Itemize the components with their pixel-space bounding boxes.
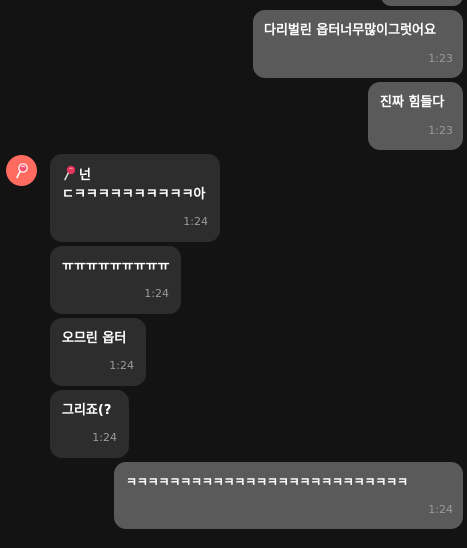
message-text: ㅠㅠㅠㅠㅠㅠㅠㅠㅠ bbox=[62, 259, 170, 274]
sender-avatar[interactable] bbox=[6, 155, 37, 186]
message-time: 1:24 bbox=[92, 431, 117, 444]
message-text: 그리죠(? bbox=[62, 403, 112, 418]
message-bubble-incoming[interactable]: 그리죠(? 1:24 bbox=[50, 390, 129, 458]
message-text: 오므린 옵터 bbox=[62, 331, 127, 346]
message-time: 1:23 bbox=[428, 124, 453, 137]
message-time: 1:24 bbox=[428, 503, 453, 516]
message-time: 1:24 bbox=[144, 287, 169, 300]
message-time: 1:24 bbox=[109, 359, 134, 372]
lollipop-icon bbox=[64, 165, 76, 181]
message-text: 진짜 힘들다 bbox=[380, 95, 445, 110]
message-text: ㅋㅋㅋㅋㅋㅋㅋㅋㅋㅋㅋㅋㅋㅋㅋㅋㅋㅋㅋㅋㅋㅋㅋㅋㅋㅋ bbox=[126, 475, 408, 489]
message-bubble-outgoing[interactable] bbox=[381, 0, 463, 6]
message-bubble-outgoing[interactable]: 다리벌린 옵터너무많이그럿어요 1:23 bbox=[253, 10, 463, 78]
message-text: ㄷㅋㅋㅋㅋㅋㅋㅋㅋㅋㅋ아 bbox=[62, 187, 206, 202]
message-bubble-incoming[interactable]: ㅠㅠㅠㅠㅠㅠㅠㅠㅠ 1:24 bbox=[50, 246, 181, 314]
message-bubble-outgoing[interactable]: ㅋㅋㅋㅋㅋㅋㅋㅋㅋㅋㅋㅋㅋㅋㅋㅋㅋㅋㅋㅋㅋㅋㅋㅋㅋㅋ 1:24 bbox=[114, 462, 463, 529]
sender-name: 넌 bbox=[79, 167, 91, 183]
lollipop-icon bbox=[15, 162, 28, 178]
message-time: 1:24 bbox=[183, 215, 208, 228]
sender-name-line: 넌 bbox=[63, 164, 91, 183]
message-bubble-incoming[interactable]: 오므린 옵터 1:24 bbox=[50, 318, 146, 386]
message-text: 다리벌린 옵터너무많이그럿어요 bbox=[264, 23, 436, 38]
chat-message-list[interactable]: 다리벌린 옵터너무많이그럿어요 1:23 진짜 힘들다 1:23 ㄷㅋㅋㅋㅋㅋㅋ… bbox=[0, 0, 467, 548]
message-time: 1:23 bbox=[428, 52, 453, 65]
message-bubble-outgoing[interactable]: 진짜 힘들다 1:23 bbox=[368, 82, 463, 150]
